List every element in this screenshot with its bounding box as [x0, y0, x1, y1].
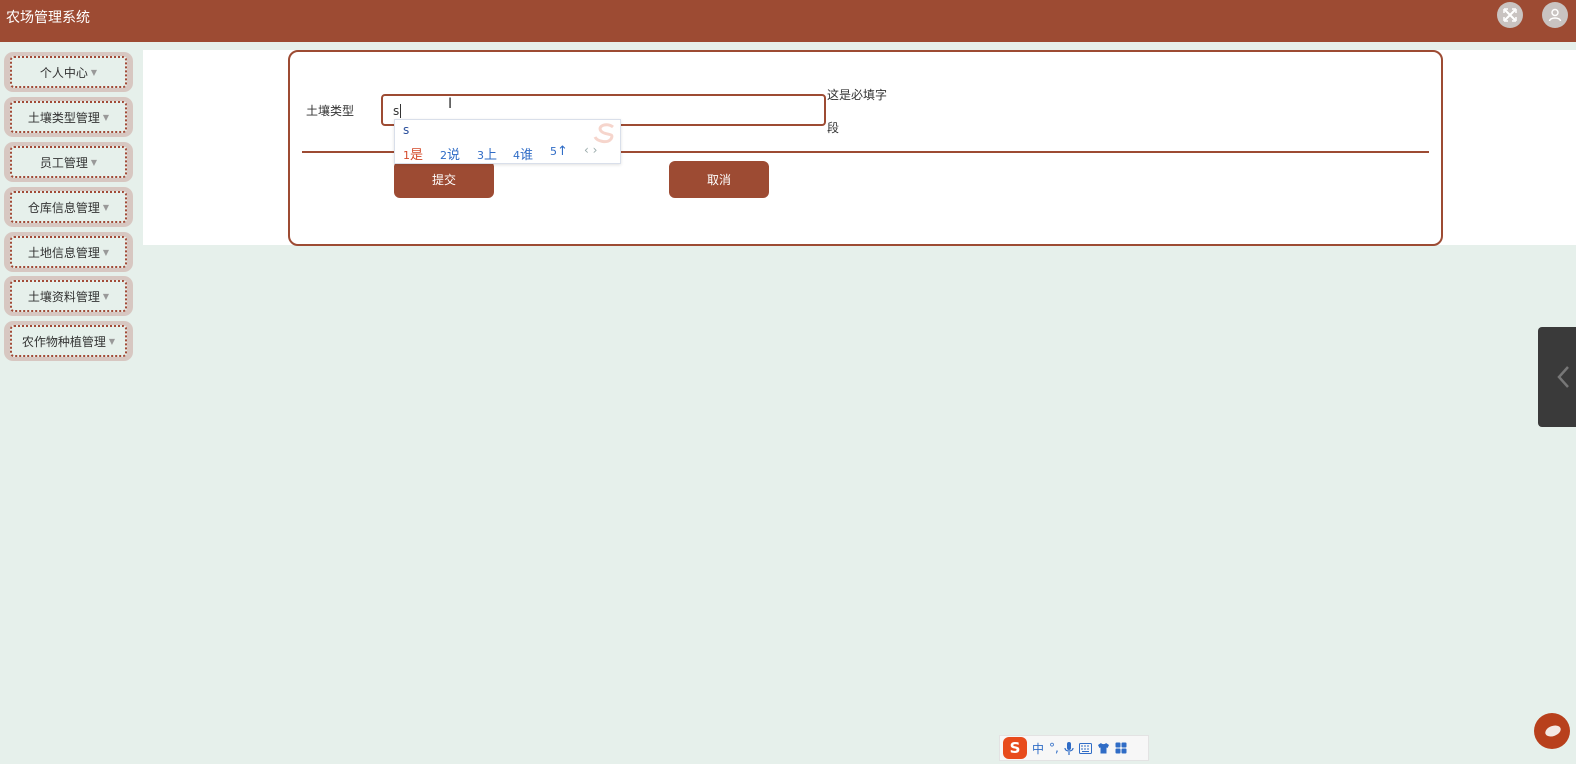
sidebar-item-profile[interactable]: 个人中心 ▼ — [4, 52, 133, 92]
submit-button[interactable]: 提交 — [394, 161, 494, 198]
ime-page-nav[interactable]: ‹ › — [584, 143, 597, 157]
ime-toolbar: S 中 °, — [999, 735, 1149, 761]
sidebar-item-crop-planting[interactable]: 农作物种植管理 ▼ — [4, 321, 133, 361]
ime-candidate[interactable]: 4谁 — [513, 144, 533, 163]
ime-punct-toggle[interactable]: °, — [1049, 741, 1059, 755]
sidebar-item-warehouse[interactable]: 仓库信息管理 ▼ — [4, 187, 133, 227]
sidebar-item-label: 仓库信息管理 — [27, 200, 100, 215]
side-drawer-tab[interactable] — [1538, 327, 1576, 427]
floating-assistant-icon[interactable] — [1534, 713, 1570, 749]
sidebar-item-staff[interactable]: 员工管理 ▼ — [4, 142, 133, 182]
sidebar-button[interactable]: 土地信息管理 ▼ — [10, 236, 127, 268]
skin-shirt-icon[interactable] — [1097, 742, 1110, 754]
microphone-icon[interactable] — [1064, 741, 1074, 755]
sidebar-item-label: 个人中心 — [39, 65, 88, 80]
sidebar-button[interactable]: 个人中心 ▼ — [10, 56, 127, 88]
fullscreen-icon[interactable] — [1497, 2, 1523, 28]
sidebar-button[interactable]: 农作物种植管理 ▼ — [10, 325, 127, 357]
ime-composition: s — [403, 123, 410, 137]
ime-mode-toggle[interactable]: 中 — [1032, 740, 1044, 757]
sidebar-item-label: 土地信息管理 — [27, 245, 100, 260]
chevron-down-icon: ▼ — [102, 247, 110, 257]
ime-logo-icon[interactable]: S — [1003, 737, 1027, 759]
app-title: 农场管理系统 — [6, 10, 90, 26]
chevron-down-icon: ▼ — [108, 336, 116, 346]
chevron-down-icon: ▼ — [102, 202, 110, 212]
sidebar-button[interactable]: 仓库信息管理 ▼ — [10, 191, 127, 223]
ime-candidate[interactable]: 5↑ — [550, 144, 568, 159]
sidebar-item-label: 土壤资料管理 — [27, 289, 100, 304]
sidebar-item-label: 员工管理 — [39, 155, 88, 170]
ime-candidate[interactable]: 3上 — [477, 144, 497, 163]
sidebar-button[interactable]: 员工管理 ▼ — [10, 146, 127, 178]
sidebar-item-label: 农作物种植管理 — [21, 334, 106, 349]
cancel-button[interactable]: 取消 — [669, 161, 769, 198]
sidebar-button[interactable]: 土壤类型管理 ▼ — [10, 101, 127, 133]
sidebar-item-land[interactable]: 土地信息管理 ▼ — [4, 232, 133, 272]
ime-candidate[interactable]: 2说 — [440, 144, 460, 163]
top-bar: 农场管理系统 — [0, 0, 1576, 42]
chevron-left-icon — [1557, 366, 1569, 388]
sidebar-button[interactable]: 土壤资料管理 ▼ — [10, 280, 127, 312]
ime-candidate[interactable]: 1是 — [403, 144, 423, 163]
user-icon[interactable] — [1542, 2, 1568, 28]
chevron-down-icon: ▼ — [102, 291, 110, 301]
keyboard-icon[interactable] — [1078, 742, 1092, 754]
chevron-down-icon: ▼ — [90, 67, 98, 77]
sidebar-item-soil-data[interactable]: 土壤资料管理 ▼ — [4, 276, 133, 316]
chevron-down-icon: ▼ — [90, 157, 98, 167]
chevron-down-icon: ▼ — [102, 112, 110, 122]
sidebar-item-soil-type[interactable]: 土壤类型管理 ▼ — [4, 97, 133, 137]
text-cursor-icon: I — [448, 96, 453, 112]
toolbox-grid-icon[interactable] — [1115, 742, 1127, 754]
ime-logo-watermark-icon — [593, 123, 614, 144]
input-value: s — [393, 104, 400, 118]
sidebar-item-label: 土壤类型管理 — [27, 110, 100, 125]
required-message-cont: 段 — [827, 121, 840, 135]
required-message: 这是必填字 — [827, 88, 888, 102]
soil-type-label: 土壤类型 — [306, 104, 355, 118]
ime-candidate-popup: s 1是 2说 3上 4谁 5↑ — [394, 119, 621, 164]
